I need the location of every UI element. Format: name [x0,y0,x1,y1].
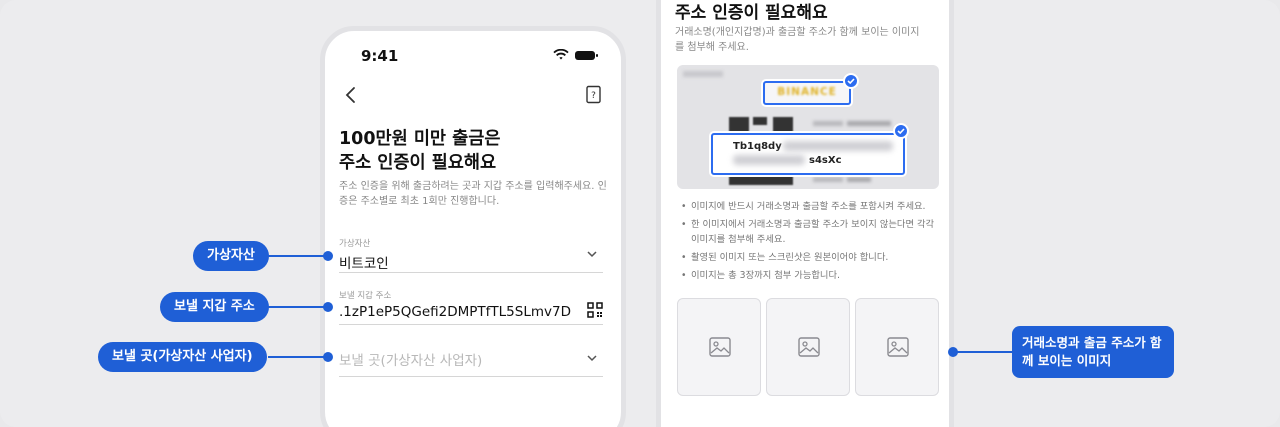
sample-blur-text [847,177,871,182]
page-description: 주소 인증을 위해 출금하려는 곳과 지갑 주소를 입력해주세요. 인증은 주소… [339,181,607,207]
chevron-down-icon [587,251,597,258]
callout-line [954,351,1014,353]
status-time: 9:41 [361,47,399,65]
sample-qr-block [729,175,793,185]
guide-button[interactable]: ? [585,85,607,109]
guide-book-icon: ? [586,85,601,104]
exchange-name-highlight: BINANCE [763,81,851,105]
asset-label: 가상자산 [339,239,371,249]
callout-asset: 가상자산 [193,241,269,271]
check-icon [893,123,909,139]
sample-qr-block [753,117,767,125]
sample-blur-text [683,71,723,77]
wallet-address-field[interactable]: 보낼 지갑 주소 .1zP1eP5QGefi2DMPTfTL5SLmv7Divf… [339,289,603,325]
callout-dot [323,302,333,312]
page-title: 100만원 미만 출금은 주소 인증이 필요해요 [339,127,599,175]
right-phone-screen: 주소 인증이 필요해요 거래소명(개인지갑명)과 출금할 주소가 함께 보이는 … [656,0,954,427]
image-icon [709,337,731,357]
callout-line [268,255,328,257]
wallet-label: 보낼 지갑 주소 [339,291,392,301]
callout-wallet: 보낼 지갑 주소 [160,292,269,322]
back-button[interactable] [341,83,365,111]
image-upload-slot-2[interactable] [766,298,850,396]
guide-bullet: 한 이미지에서 거래소명과 출금할 주소가 보이지 않는다면 각각 이미지를 첨… [681,217,937,247]
address-start: Tb1q8dy [733,141,782,152]
callout-line [268,356,328,358]
exchange-name: BINANCE [777,86,837,98]
address-end: s4sXc [809,155,842,166]
sample-blur-text [847,121,891,126]
image-upload-slot-1[interactable] [677,298,761,396]
verification-title: 주소 인증이 필요해요 [675,3,828,23]
image-icon [798,337,820,357]
check-icon [843,73,859,89]
battery-icon [575,50,598,60]
callout-dot [323,352,333,362]
image-icon [887,337,909,357]
asset-select[interactable]: 가상자산 비트코인 [339,237,603,273]
svg-text:?: ? [591,91,596,101]
status-bar: 9:41 [325,31,621,79]
status-icons [553,49,598,61]
image-upload-slot-3[interactable] [855,298,939,396]
verification-description: 거래소명(개인지갑명)과 출금할 주소가 함께 보이는 이미지를 첨부해 주세요… [675,27,920,53]
sample-image: BINANCE Tb1q8dy s4sXc [677,65,939,189]
canvas: 9:41 ? 100만원 미만 출금은 주소 인증이 필요해요 주소 인증을 위… [0,0,1280,427]
callout-image: 거래소명과 출금 주소가 함께 보이는 이미지 [1012,326,1174,378]
wifi-icon [553,49,569,60]
wallet-address-input[interactable]: .1zP1eP5QGefi2DMPTfTL5SLmv7Divfl [339,304,571,320]
callout-destination: 보낼 곳(가상자산 사업자) [98,342,267,372]
destination-select[interactable]: 보낼 곳(가상자산 사업자) [339,349,603,377]
chevron-left-icon [345,87,355,103]
qr-scan-button[interactable] [587,302,603,318]
address-blur [783,141,893,151]
chevron-down-icon [587,355,597,362]
address-blur [733,155,805,165]
sample-blur-text [813,177,843,182]
address-highlight: Tb1q8dy s4sXc [711,133,905,175]
destination-placeholder: 보낼 곳(가상자산 사업자) [339,353,483,369]
qr-code-icon [587,302,603,318]
guide-bullet: 이미지는 총 3장까지 첨부 가능합니다. [681,268,937,283]
sample-blur-text [813,121,843,126]
guide-bullets: 이미지에 반드시 거래소명과 출금할 주소를 포함시켜 주세요. 한 이미지에서… [681,199,937,286]
page-title-line1: 100만원 미만 출금은 [339,129,501,149]
guide-bullet: 이미지에 반드시 거래소명과 출금할 주소를 포함시켜 주세요. [681,199,937,214]
left-phone-screen: 9:41 ? 100만원 미만 출금은 주소 인증이 필요해요 주소 인증을 위… [320,26,626,427]
callout-dot [323,251,333,261]
callout-line [268,306,328,308]
guide-bullet: 촬영된 이미지 또는 스크린샷은 원본이어야 합니다. [681,250,937,265]
page-title-line2: 주소 인증이 필요해요 [339,153,497,173]
asset-value: 비트코인 [339,256,389,272]
